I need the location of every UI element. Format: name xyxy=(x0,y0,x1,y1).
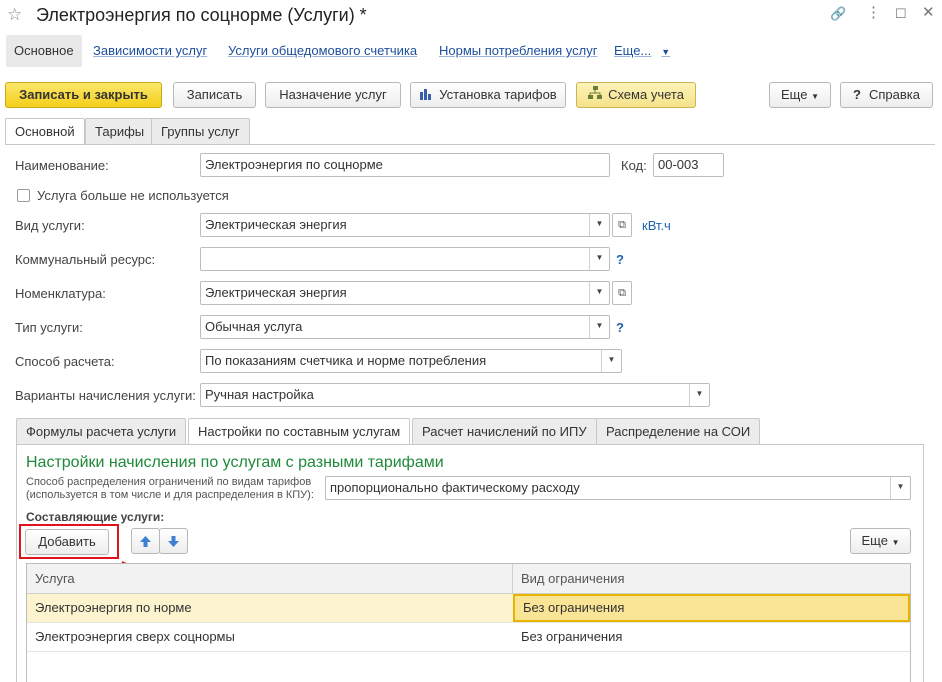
more-button[interactable]: Еще ▼ xyxy=(769,82,831,108)
nomenclature-field[interactable]: Электрическая энергия ▼ xyxy=(200,281,610,305)
open-icon[interactable]: ⧉ xyxy=(612,213,632,237)
nav-consumption-norms[interactable]: Нормы потребления услуг xyxy=(439,35,597,67)
accounting-scheme-label: Схема учета xyxy=(608,87,684,102)
kind-field[interactable]: Обычная услуга ▼ xyxy=(200,315,610,339)
dropdown-arrow-icon: ▼ xyxy=(811,92,819,101)
chevron-down-icon: ▼ xyxy=(661,47,671,57)
unused-label: Услуга больше не используется xyxy=(37,188,229,203)
calc-value: По показаниям счетчика и норме потреблен… xyxy=(205,353,487,368)
help-icon: ? xyxy=(853,87,861,102)
add-button[interactable]: Добавить xyxy=(25,529,109,555)
nomenclature-label: Номенклатура: xyxy=(15,286,106,301)
nav-common-meter-services[interactable]: Услуги общедомового счетчика xyxy=(228,35,417,67)
more-menu-icon[interactable]: ⋮ xyxy=(866,3,881,21)
unit-link[interactable]: кВт.ч xyxy=(642,218,671,233)
favorite-star-icon[interactable]: ☆ xyxy=(7,5,22,25)
nav-more[interactable]: Еще... ▼ xyxy=(614,35,670,67)
tabs-divider xyxy=(5,144,935,145)
distribution-label-line2: (используется в том числе и для распреде… xyxy=(26,489,314,501)
variants-value: Ручная настройка xyxy=(205,387,314,402)
accounting-scheme-button[interactable]: Схема учета xyxy=(576,82,696,108)
service-type-value: Электрическая энергия xyxy=(205,217,347,232)
dropdown-arrow-icon: ▼ xyxy=(891,538,900,547)
variants-label: Варианты начисления услуги: xyxy=(15,388,196,403)
help-label: Справка xyxy=(868,87,920,102)
column-header-service[interactable]: Услуга xyxy=(27,564,513,594)
unused-checkbox[interactable] xyxy=(17,189,30,202)
table-row[interactable]: Электроэнергия сверх соцнормы Без ограни… xyxy=(27,623,910,652)
panel-more-label: Еще xyxy=(861,533,888,548)
distribution-label-line1: Способ распределения ограничений по вида… xyxy=(26,476,312,488)
table-row[interactable]: Электроэнергия по норме Без ограничения xyxy=(27,594,910,623)
scheme-icon xyxy=(588,84,603,108)
tab-tariffs[interactable]: Тарифы xyxy=(85,118,155,144)
help-question-icon[interactable]: ? xyxy=(616,320,624,335)
top-navigation: Основное Зависимости услуг Услуги общедо… xyxy=(0,35,942,69)
move-up-button[interactable] xyxy=(131,528,160,554)
help-question-icon[interactable]: ? xyxy=(616,252,624,267)
dropdown-arrow-icon[interactable]: ▼ xyxy=(601,350,621,372)
window-title: Электроэнергия по соцнорме (Услуги) * xyxy=(36,5,367,25)
tab-formulas[interactable]: Формулы расчета услуги xyxy=(16,418,187,444)
limit-cell[interactable]: Без ограничения xyxy=(513,594,910,622)
service-cell[interactable]: Электроэнергия сверх соцнормы xyxy=(27,623,513,651)
more-label: Еще xyxy=(781,87,808,102)
nomenclature-value: Электрическая энергия xyxy=(205,285,347,300)
components-table: Услуга Вид ограничения Электроэнергия по… xyxy=(26,563,911,682)
dropdown-arrow-icon[interactable]: ▼ xyxy=(890,477,910,499)
nav-more-label: Еще... xyxy=(614,43,652,58)
distribution-value: пропорционально фактическому расходу xyxy=(330,480,580,495)
code-label: Код: xyxy=(621,158,647,173)
sub-tabs: Формулы расчета услуги Настройки по сост… xyxy=(16,418,924,445)
panel-title: Настройки начисления по услугам с разным… xyxy=(26,454,444,471)
calc-label: Способ расчета: xyxy=(15,354,115,369)
name-field[interactable]: Электроэнергия по соцнорме xyxy=(200,153,610,177)
calc-field[interactable]: По показаниям счетчика и норме потреблен… xyxy=(200,349,622,373)
set-tariffs-button[interactable]: Установка тарифов xyxy=(410,82,566,108)
assign-services-button[interactable]: Назначение услуг xyxy=(265,82,401,108)
components-label: Составляющие услуги: xyxy=(26,510,165,524)
resource-field[interactable]: ▼ xyxy=(200,247,610,271)
nav-service-dependencies[interactable]: Зависимости услуг xyxy=(93,35,207,67)
tab-ipu-calc[interactable]: Расчет начислений по ИПУ xyxy=(412,418,597,444)
link-icon[interactable]: 🔗 xyxy=(830,6,846,22)
column-header-limit[interactable]: Вид ограничения xyxy=(513,564,910,594)
limit-cell[interactable]: Без ограничения xyxy=(513,623,910,651)
set-tariffs-label: Установка тарифов xyxy=(439,87,557,102)
title-bar: ☆ Электроэнергия по соцнорме (Услуги) * … xyxy=(0,0,942,32)
kind-value: Обычная услуга xyxy=(205,319,303,334)
save-button[interactable]: Записать xyxy=(173,82,256,108)
arrow-down-icon xyxy=(167,533,180,548)
dropdown-arrow-icon[interactable]: ▼ xyxy=(589,316,609,338)
maximize-icon[interactable]: ☐ xyxy=(895,6,907,22)
dropdown-arrow-icon[interactable]: ▼ xyxy=(589,214,609,236)
arrow-up-icon xyxy=(139,533,152,548)
close-icon[interactable]: ✕ xyxy=(922,3,935,21)
dropdown-arrow-icon[interactable]: ▼ xyxy=(589,248,609,270)
tab-component-settings[interactable]: Настройки по составным услугам xyxy=(188,418,411,445)
dropdown-arrow-icon[interactable]: ▼ xyxy=(589,282,609,304)
save-and-close-button[interactable]: Записать и закрыть xyxy=(5,82,162,108)
main-tabs: Основной Тарифы Группы услуг xyxy=(5,118,935,145)
kind-label: Тип услуги: xyxy=(15,320,83,335)
help-button[interactable]: ? Справка xyxy=(840,82,933,108)
service-type-field[interactable]: Электрическая энергия ▼ xyxy=(200,213,610,237)
tab-soi-distribution[interactable]: Распределение на СОИ xyxy=(596,418,761,444)
service-type-label: Вид услуги: xyxy=(15,218,85,233)
nav-main[interactable]: Основное xyxy=(6,35,82,67)
code-field[interactable]: 00-003 xyxy=(653,153,724,177)
variants-field[interactable]: Ручная настройка ▼ xyxy=(200,383,710,407)
bar-chart-icon xyxy=(419,84,433,108)
service-cell[interactable]: Электроэнергия по норме xyxy=(27,594,513,622)
dropdown-arrow-icon[interactable]: ▼ xyxy=(689,384,709,406)
distribution-field[interactable]: пропорционально фактическому расходу ▼ xyxy=(325,476,911,500)
resource-label: Коммунальный ресурс: xyxy=(15,252,156,267)
tab-main[interactable]: Основной xyxy=(5,118,85,145)
name-label: Наименование: xyxy=(15,158,109,173)
open-icon[interactable]: ⧉ xyxy=(612,281,632,305)
tab-service-groups[interactable]: Группы услуг xyxy=(151,118,250,144)
move-down-button[interactable] xyxy=(159,528,188,554)
panel-more-button[interactable]: Еще ▼ xyxy=(850,528,911,554)
